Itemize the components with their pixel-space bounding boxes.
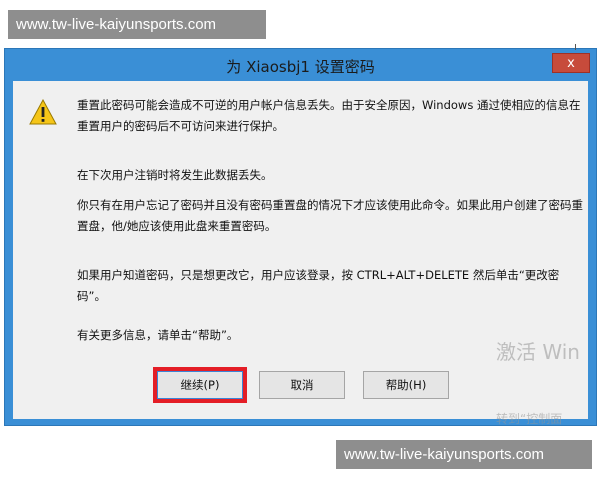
warning-triangle-icon (29, 99, 57, 125)
message-paragraph-2: 在下次用户注销时将发生此数据丢失。 (77, 168, 273, 182)
titlebar: 为 Xiaosbj1 设置密码 x (5, 49, 596, 81)
set-password-dialog: 为 Xiaosbj1 设置密码 x 重置此密码可能会造成不可逆的用户帐户信息丢失… (4, 48, 597, 426)
windows-activation-watermark: 激活 Win (496, 340, 580, 364)
dialog-body: 重置此密码可能会造成不可逆的用户帐户信息丢失。由于安全原因，Windows 通过… (13, 81, 588, 419)
watermark-top: www.tw-live-kaiyunsports.com (8, 10, 266, 39)
message-paragraph-1: 重置此密码可能会造成不可逆的用户帐户信息丢失。由于安全原因，Windows 通过… (77, 98, 581, 133)
dialog-title: 为 Xiaosbj1 设置密码 (226, 58, 375, 76)
continue-button[interactable]: 继续(P) (153, 367, 247, 403)
windows-activation-subtext: 转到“控制面 (496, 412, 563, 426)
message-paragraph-3: 你只有在用户忘记了密码并且没有密码重置盘的情况下才应该使用此命令。如果此用户创建… (77, 198, 583, 233)
help-button[interactable]: 帮助(H) (363, 371, 449, 399)
close-button[interactable]: x (552, 53, 590, 73)
divider-tick (575, 44, 576, 50)
message-paragraph-4: 如果用户知道密码，只是想更改它，用户应该登录，按 CTRL+ALT+DELETE… (77, 268, 560, 303)
watermark-bottom: www.tw-live-kaiyunsports.com (336, 440, 592, 469)
cancel-button[interactable]: 取消 (259, 371, 345, 399)
close-icon: x (567, 56, 575, 71)
